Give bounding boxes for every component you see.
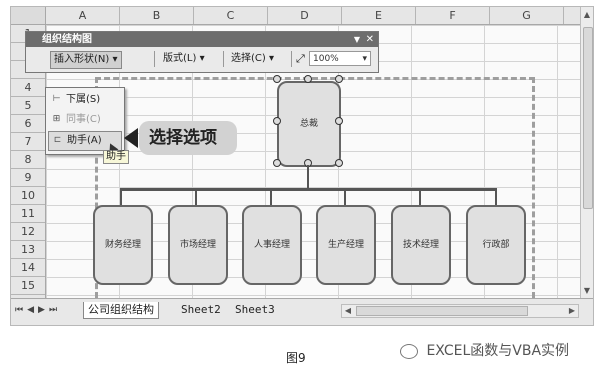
insert-shape-button[interactable]: 插入形状(N) ▾: [50, 51, 122, 69]
column-header-b[interactable]: B: [120, 7, 194, 24]
wechat-icon: [400, 343, 418, 359]
tab-navigation-icons[interactable]: ⏮◀▶⏭: [15, 305, 61, 315]
org-connector: [344, 188, 346, 206]
toolbar-separator: [291, 51, 292, 67]
row-header-8[interactable]: 8: [11, 151, 45, 169]
insert-shape-label: 插入形状(N): [54, 54, 110, 65]
sheet-tab-bar: ⏮◀▶⏭ 公司组织结构 Sheet2 Sheet3 ◀ ▶: [11, 298, 593, 325]
chevron-down-icon: ▾: [362, 54, 367, 64]
row-header-15[interactable]: 15: [11, 277, 45, 295]
menu-item-coworker[interactable]: ⊞ 同事(C): [48, 111, 122, 129]
figure-caption: 图9: [286, 351, 306, 365]
row-header-14[interactable]: 14: [11, 259, 45, 277]
row-header-13[interactable]: 13: [11, 241, 45, 259]
row-header-4[interactable]: 4: [11, 79, 45, 97]
org-box-child[interactable]: 行政部: [466, 205, 526, 285]
annotation-callout: 选择选项: [139, 121, 237, 155]
org-connector: [270, 188, 272, 206]
org-chart-toolbar[interactable]: 组织结构图 ▼ ✕ 插入形状(N) ▾ 版式(L) ▾ 选择(C) ▾ ⤢ 10…: [25, 31, 379, 73]
scroll-down-icon[interactable]: ▼: [581, 285, 593, 297]
row-header-10[interactable]: 10: [11, 187, 45, 205]
subordinate-icon: ⊢: [52, 94, 61, 104]
column-header-f[interactable]: F: [416, 7, 490, 24]
vertical-scrollbar[interactable]: ▲ ▼: [580, 7, 593, 299]
org-box-root[interactable]: 总裁: [277, 81, 341, 167]
column-header-g[interactable]: G: [490, 7, 564, 24]
toolbar-options-icon[interactable]: ▼: [354, 32, 360, 47]
scroll-left-icon[interactable]: ◀: [342, 305, 354, 317]
resize-handle[interactable]: [273, 117, 281, 125]
coworker-icon: ⊞: [52, 114, 61, 124]
column-header-a[interactable]: A: [46, 7, 120, 24]
org-connector: [195, 188, 197, 206]
column-header-d[interactable]: D: [268, 7, 342, 24]
scroll-right-icon[interactable]: ▶: [566, 305, 578, 317]
toolbar-separator: [223, 51, 224, 67]
org-connector: [495, 188, 497, 206]
resize-handle[interactable]: [273, 159, 281, 167]
org-box-child[interactable]: 生产经理: [316, 205, 376, 285]
column-header: A B C D E F G: [11, 7, 581, 25]
row-header-9[interactable]: 9: [11, 169, 45, 187]
row-header-5[interactable]: 5: [11, 97, 45, 115]
zoom-value: 100%: [313, 54, 339, 64]
resize-handle[interactable]: [335, 159, 343, 167]
toolbar-row: 插入形状(N) ▾ 版式(L) ▾ 选择(C) ▾ ⤢ 100% ▾: [26, 48, 378, 70]
excel-window: A B C D E F G 1 2 3 4 5 6 7 8 9 10 11 12…: [10, 6, 594, 326]
resize-handle[interactable]: [335, 117, 343, 125]
select-label: 选择(C): [231, 53, 266, 64]
org-connector: [120, 188, 496, 191]
resize-handle[interactable]: [273, 75, 281, 83]
org-connector: [419, 188, 421, 206]
tab-org-structure[interactable]: 公司组织结构: [83, 302, 159, 319]
tooltip: 助手: [103, 150, 129, 164]
chevron-down-icon: ▾: [199, 53, 205, 64]
fit-text-icon[interactable]: ⤢: [293, 51, 308, 67]
tab-sheet3[interactable]: Sheet3: [231, 302, 279, 318]
row-header-12[interactable]: 12: [11, 223, 45, 241]
org-connector: [307, 165, 309, 189]
horizontal-scroll-thumb[interactable]: [356, 306, 528, 316]
resize-handle[interactable]: [304, 75, 312, 83]
toolbar-title[interactable]: 组织结构图: [26, 32, 378, 47]
org-box-child[interactable]: 市场经理: [168, 205, 228, 285]
close-icon[interactable]: ✕: [366, 32, 374, 47]
layout-button[interactable]: 版式(L) ▾: [160, 51, 208, 67]
scroll-up-icon[interactable]: ▲: [581, 9, 593, 21]
tab-sheet2[interactable]: Sheet2: [177, 302, 225, 318]
row-header-7[interactable]: 7: [11, 133, 45, 151]
org-box-child[interactable]: 财务经理: [93, 205, 153, 285]
watermark: EXCEL函数与VBA实例: [400, 340, 569, 360]
row-header-11[interactable]: 11: [11, 205, 45, 223]
column-header-e[interactable]: E: [342, 7, 416, 24]
menu-item-label: 下属(S): [66, 94, 101, 105]
watermark-text: EXCEL函数与VBA实例: [426, 343, 570, 359]
menu-item-subordinate[interactable]: ⊢ 下属(S): [48, 91, 122, 109]
menu-item-label: 同事(C): [66, 114, 101, 125]
row-header-6[interactable]: 6: [11, 115, 45, 133]
select-all-corner[interactable]: [11, 7, 46, 24]
select-button[interactable]: 选择(C) ▾: [228, 51, 277, 67]
resize-handle[interactable]: [335, 75, 343, 83]
zoom-select[interactable]: 100% ▾: [309, 51, 371, 66]
org-box-child[interactable]: 技术经理: [391, 205, 451, 285]
chevron-down-icon: ▾: [268, 53, 275, 64]
horizontal-scrollbar[interactable]: ◀ ▶: [341, 304, 579, 318]
layout-label: 版式(L): [163, 53, 197, 64]
org-box-child[interactable]: 人事经理: [242, 205, 302, 285]
chevron-down-icon: ▾: [112, 54, 118, 65]
assistant-icon: ⊏: [53, 135, 62, 145]
column-header-c[interactable]: C: [194, 7, 268, 24]
toolbar-separator: [154, 51, 155, 67]
org-connector: [120, 188, 122, 206]
callout-arrow-icon: [124, 128, 138, 148]
menu-item-label: 助手(A): [67, 135, 102, 146]
vertical-scroll-thumb[interactable]: [583, 27, 593, 209]
